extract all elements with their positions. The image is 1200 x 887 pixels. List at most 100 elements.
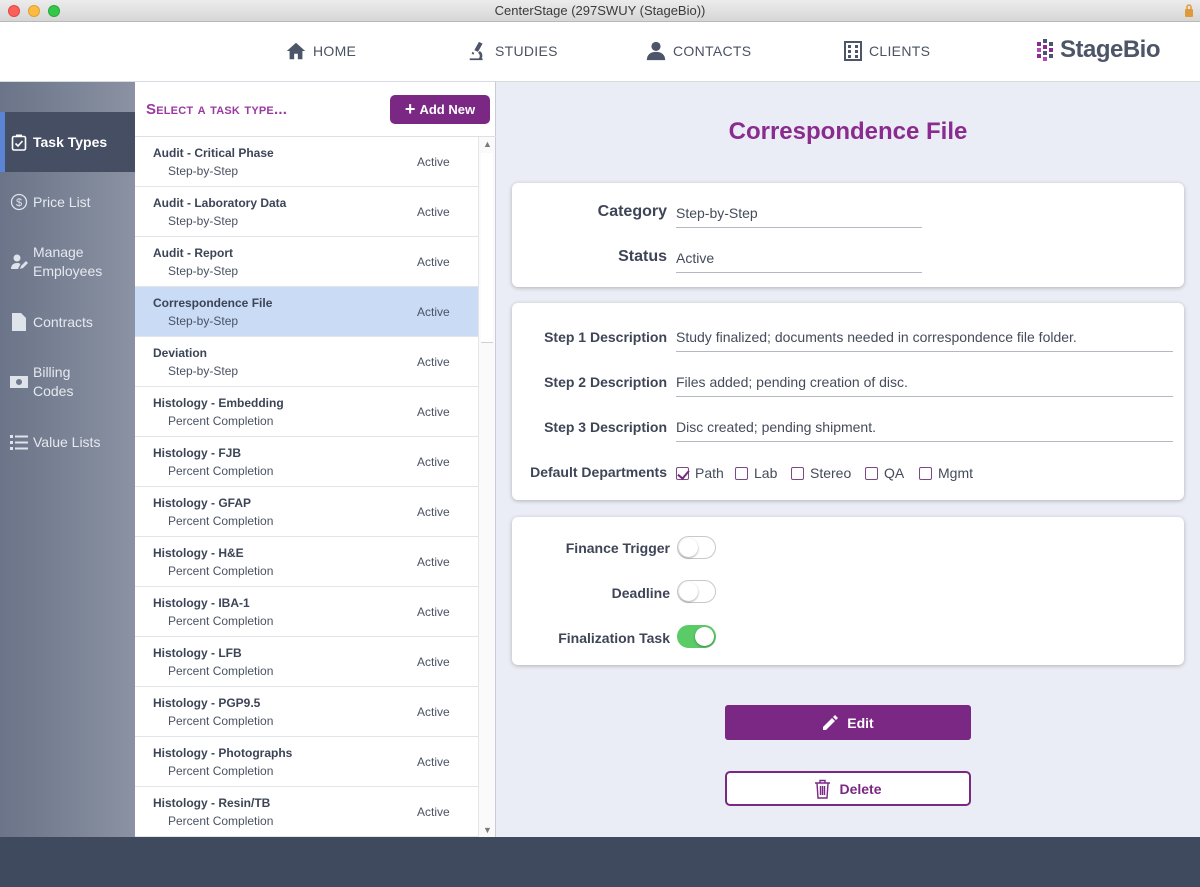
nav-studies[interactable]: STUDIES: [467, 40, 558, 62]
dept-stereo-checkbox[interactable]: Stereo: [791, 465, 851, 481]
table-row[interactable]: Histology - H&E Percent Completion Active: [135, 537, 478, 587]
close-window-button[interactable]: [8, 5, 20, 17]
dept-path-checkbox[interactable]: Path: [676, 465, 724, 481]
finalization-task-toggle[interactable]: [677, 625, 716, 648]
row-name: Audit - Critical Phase: [153, 146, 274, 160]
top-navigation: HOME STUDIES CONTACTS CLIENTS StageBio: [0, 22, 1200, 82]
departments-checkboxes: Path Lab Stereo QA Mgmt: [676, 465, 1016, 483]
row-category: Percent Completion: [168, 714, 274, 728]
status-field[interactable]: Active: [676, 250, 922, 273]
dept-label: QA: [884, 465, 905, 481]
nav-home-label: HOME: [313, 43, 357, 59]
edit-button[interactable]: Edit: [725, 705, 971, 740]
row-category: Percent Completion: [168, 664, 274, 678]
table-row-selected[interactable]: Correspondence File Step-by-Step Active: [135, 287, 478, 337]
lock-icon: [1185, 4, 1193, 17]
status-label: Status: [618, 248, 667, 265]
clipboard-check-icon: [9, 134, 29, 151]
finalization-task-label: Finalization Task: [558, 630, 670, 646]
nav-clients[interactable]: CLIENTS: [843, 40, 930, 62]
sidebar-item-task-types[interactable]: Task Types: [0, 112, 135, 172]
sidebar-item-value-lists[interactable]: Value Lists: [0, 422, 135, 462]
sidebar-item-billing-codes[interactable]: Billing Codes: [0, 352, 135, 412]
step3-field[interactable]: Disc created; pending shipment.: [676, 419, 1173, 442]
checkbox-unchecked[interactable]: [865, 466, 878, 480]
nav-contacts[interactable]: CONTACTS: [645, 40, 751, 62]
table-row[interactable]: Audit - Critical Phase Step-by-Step Active: [135, 137, 478, 187]
delete-label: Delete: [839, 780, 882, 797]
deadline-toggle[interactable]: [677, 580, 716, 603]
checkbox-unchecked[interactable]: [791, 466, 804, 480]
dept-label: Stereo: [810, 465, 852, 481]
brand-name: StageBio: [1059, 36, 1161, 63]
table-row[interactable]: Audit - Laboratory Data Step-by-Step Activ…: [135, 187, 478, 237]
microscope-icon: [469, 41, 483, 61]
table-row[interactable]: Histology - PGP9.5 Percent Completion Acti…: [135, 687, 478, 737]
row-category: Percent Completion: [168, 814, 274, 828]
sidebar-item-price-list[interactable]: $ Price List: [0, 182, 135, 222]
table-row[interactable]: Histology - IBA-1 Percent Completion Activ…: [135, 587, 478, 637]
maximize-window-button[interactable]: [48, 5, 60, 17]
nav-home[interactable]: HOME: [285, 40, 356, 62]
row-category: Percent Completion: [168, 564, 274, 578]
dept-qa-checkbox[interactable]: QA: [865, 465, 904, 481]
step2-label: Step 2 Description: [544, 374, 667, 390]
scrollbar-thumb[interactable]: [481, 153, 493, 343]
minimize-window-button[interactable]: [28, 5, 40, 17]
sidebar-item-contracts[interactable]: Contracts: [0, 302, 135, 342]
dept-lab-checkbox[interactable]: Lab: [735, 465, 777, 481]
category-label: Category: [597, 203, 667, 220]
table-row[interactable]: Histology - Embedding Percent Completion A…: [135, 387, 478, 437]
row-name: Deviation: [153, 346, 208, 360]
list-icon: [9, 434, 29, 450]
sidebar-item-label: Task Types: [33, 134, 108, 150]
row-status: Active: [417, 805, 450, 819]
user-edit-icon: [9, 253, 29, 271]
scroll-up-arrow-icon[interactable]: ▲: [483, 139, 492, 149]
table-row[interactable]: Histology - Resin/TB Percent Completion Ac…: [135, 787, 478, 837]
checkbox-checked[interactable]: [676, 466, 689, 480]
row-name: Histology - LFB: [153, 646, 242, 660]
sidebar-item-label: Billing Codes: [33, 364, 74, 399]
row-category: Step-by-Step: [168, 364, 239, 378]
step1-label: Step 1 Description: [544, 329, 667, 345]
dept-mgmt-checkbox[interactable]: Mgmt: [919, 465, 973, 481]
category-field[interactable]: Step-by-Step: [676, 205, 922, 228]
sidebar-item-label: Price List: [33, 194, 91, 210]
pencil-icon: [823, 715, 839, 730]
row-status: Active: [417, 455, 450, 469]
sidebar-item-label: Manage Employees: [33, 244, 103, 279]
row-status: Active: [417, 755, 450, 769]
table-row[interactable]: Histology - FJB Percent Completion Active: [135, 437, 478, 487]
row-name: Histology - Embedding: [153, 396, 284, 410]
checkbox-unchecked[interactable]: [919, 466, 932, 480]
table-row[interactable]: Audit - Report Step-by-Step Active: [135, 237, 478, 287]
row-status: Active: [417, 555, 450, 569]
row-status: Active: [417, 655, 450, 669]
row-category: Percent Completion: [168, 764, 274, 778]
table-row[interactable]: Histology - GFAP Percent Completion Active: [135, 487, 478, 537]
list-scrollbar[interactable]: ▲ ▼: [478, 137, 495, 837]
nav-clients-label: CLIENTS: [869, 43, 931, 59]
detail-panel: Correspondence File Category Step-by-Ste…: [496, 82, 1200, 837]
scroll-down-arrow-icon[interactable]: ▼: [483, 825, 492, 835]
sidebar-item-manage-employees[interactable]: Manage Employees: [0, 232, 135, 292]
step3-label: Step 3 Description: [544, 419, 667, 435]
general-card: Category Step-by-Step Status Active: [512, 183, 1184, 287]
row-category: Percent Completion: [168, 464, 274, 478]
table-row[interactable]: Histology - Photographs Percent Completio…: [135, 737, 478, 787]
person-icon: [646, 41, 666, 61]
checkbox-unchecked[interactable]: [735, 466, 748, 480]
table-row[interactable]: Deviation Step-by-Step Active: [135, 337, 478, 387]
table-row[interactable]: Histology - LFB Percent Completion Active: [135, 637, 478, 687]
deadline-label: Deadline: [611, 585, 670, 601]
dollar-circle-icon: $: [9, 193, 29, 211]
delete-button[interactable]: Delete: [725, 771, 971, 806]
task-type-rows: Audit - Critical Phase Step-by-Step Active…: [135, 137, 478, 837]
finance-trigger-toggle[interactable]: [677, 536, 716, 559]
step2-field[interactable]: Files added; pending creation of disc.: [676, 374, 1173, 397]
add-new-button[interactable]: + Add New: [390, 95, 490, 124]
row-category: Step-by-Step: [168, 214, 239, 228]
home-icon: [286, 42, 306, 60]
step1-field[interactable]: Study finalized; documents needed in cor…: [676, 329, 1173, 352]
